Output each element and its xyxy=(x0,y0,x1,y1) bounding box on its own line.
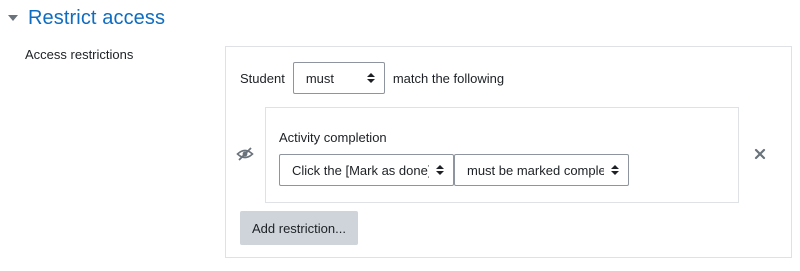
completion-status-select[interactable]: must be marked complete xyxy=(454,154,629,186)
access-restrictions-label: Access restrictions xyxy=(25,47,134,62)
activity-select-value: Click the [Mark as done] button xyxy=(292,162,429,178)
must-select[interactable]: must xyxy=(292,62,385,94)
student-label: Student xyxy=(240,70,285,86)
student-match-row: Student must match the following xyxy=(240,62,504,94)
updown-icon xyxy=(611,165,619,175)
match-following-text: match the following xyxy=(392,70,505,86)
activity-select[interactable]: Click the [Mark as done] button xyxy=(279,154,454,186)
caret-down-icon[interactable] xyxy=(8,15,18,21)
eye-slash-icon[interactable] xyxy=(236,145,254,163)
close-icon[interactable] xyxy=(753,147,767,161)
activity-completion-label: Activity completion xyxy=(279,130,387,145)
must-select-value: must xyxy=(305,70,334,86)
add-restriction-button[interactable]: Add restriction... xyxy=(240,211,358,245)
completion-select-value: must be marked complete xyxy=(467,162,604,178)
updown-icon xyxy=(436,165,444,175)
section-title[interactable]: Restrict access xyxy=(28,7,165,30)
restrict-access-header[interactable]: Restrict access xyxy=(6,6,165,30)
restrictions-container: Student must match the following Activit… xyxy=(225,46,792,258)
updown-icon xyxy=(366,73,375,83)
